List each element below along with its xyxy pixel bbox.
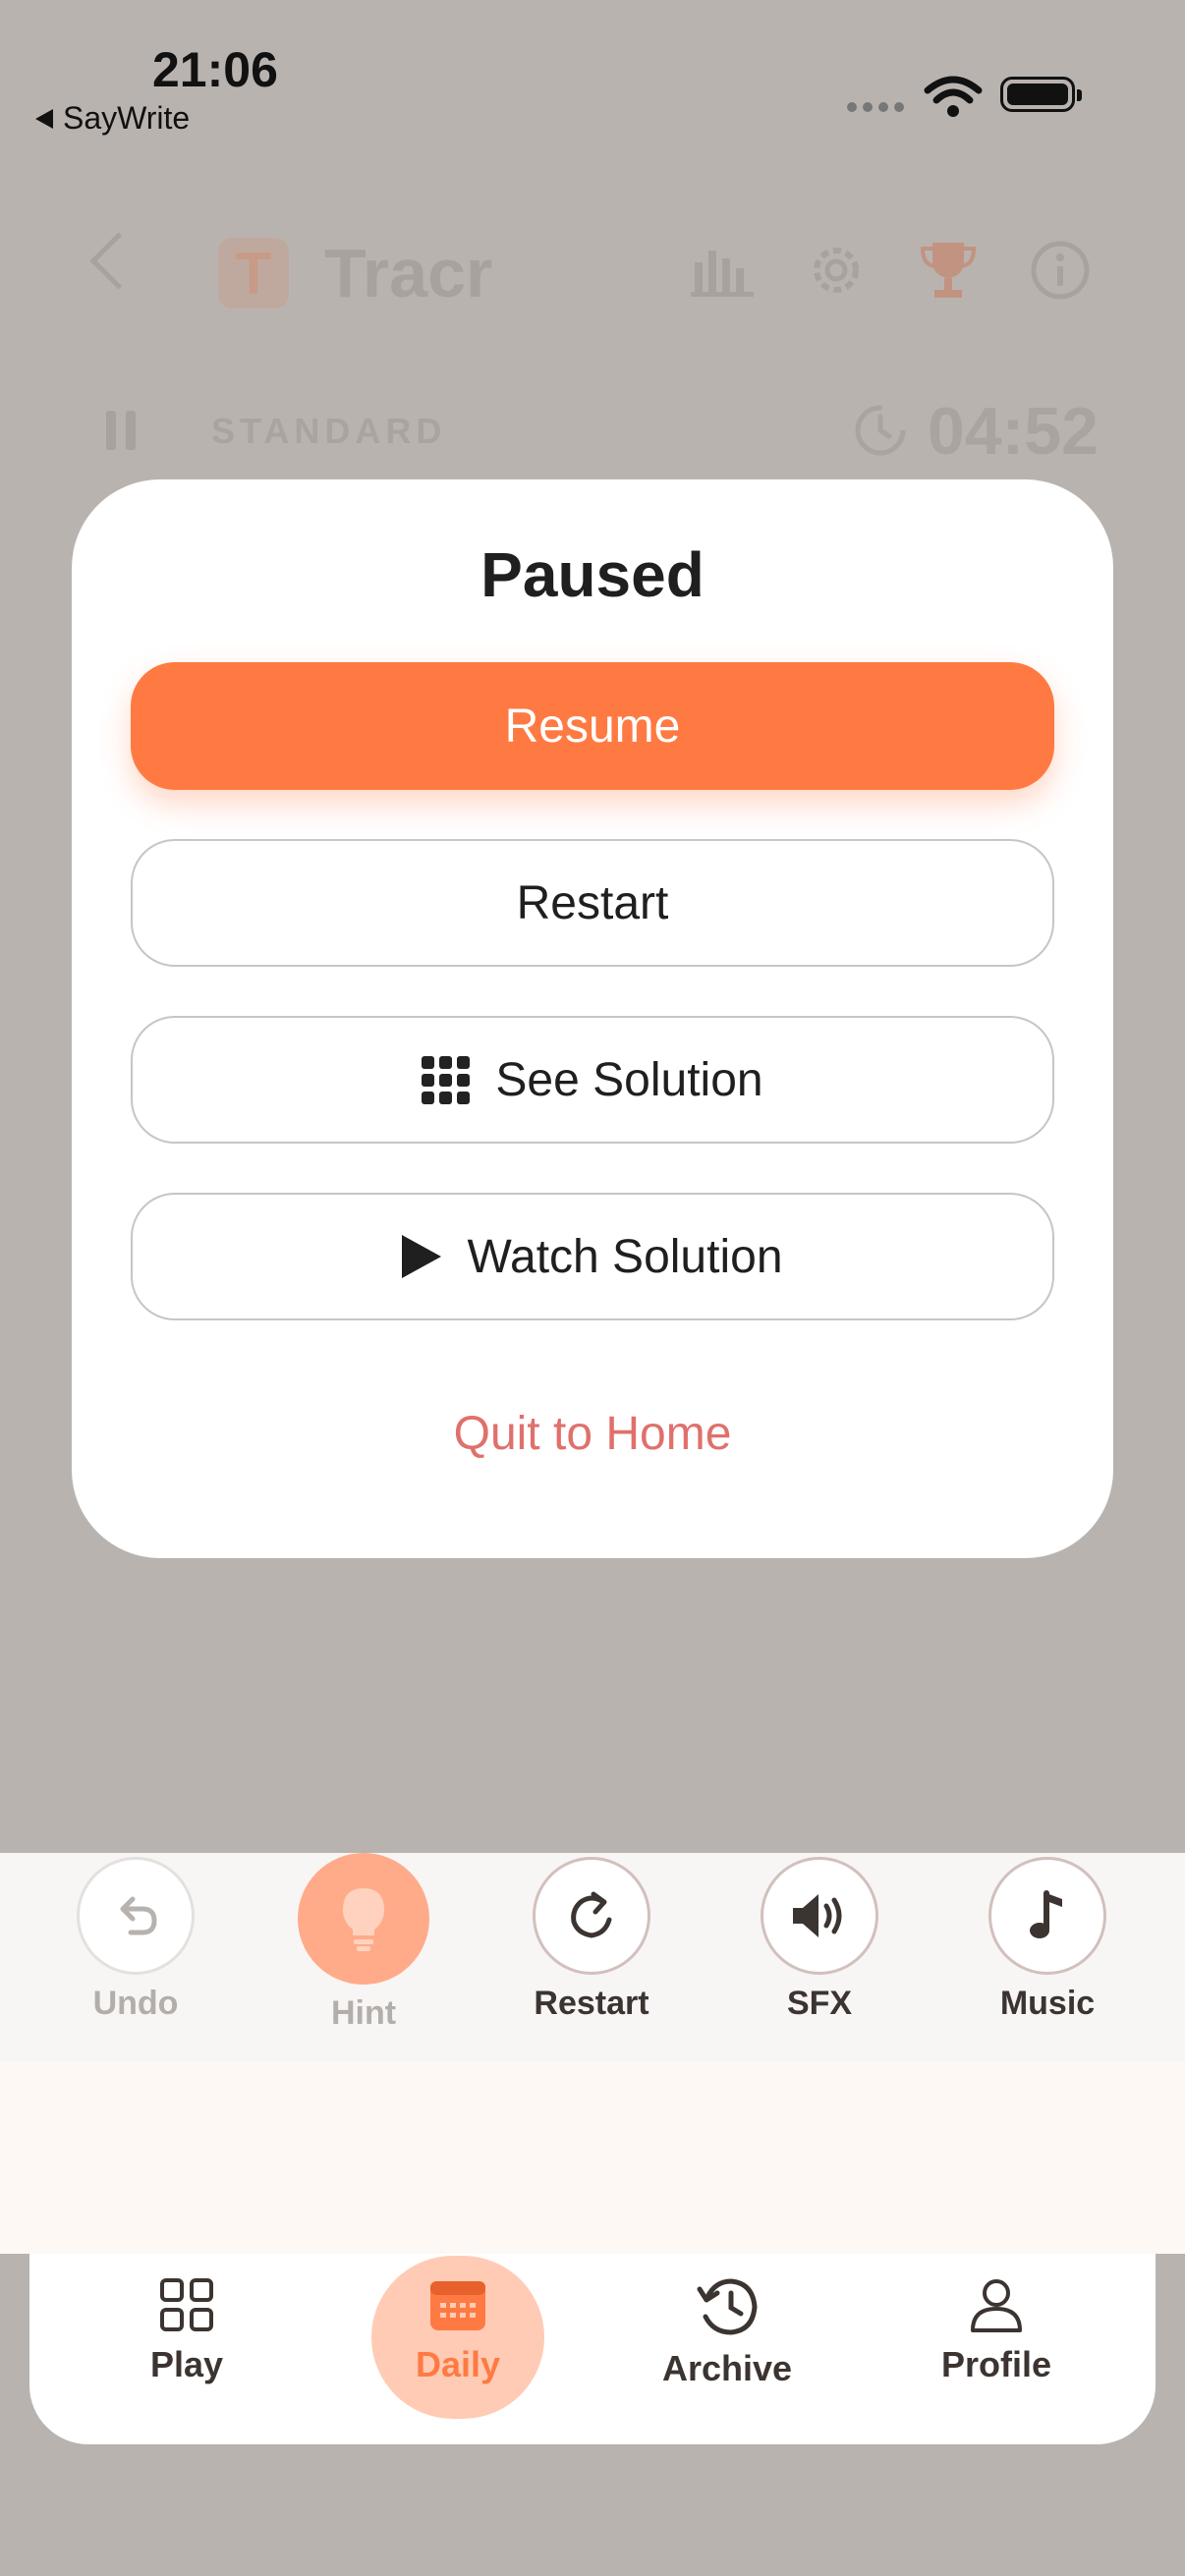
modal-title: Paused xyxy=(480,539,705,610)
hint-button[interactable]: Hint xyxy=(295,1853,432,2033)
nav-archive-label: Archive xyxy=(661,2348,793,2388)
lightbulb-icon xyxy=(298,1853,429,1985)
nav-profile-label: Profile xyxy=(940,2344,1052,2384)
see-solution-label: See Solution xyxy=(495,1053,763,1106)
watch-solution-button[interactable]: Watch Solution xyxy=(131,1193,1054,1320)
see-solution-button[interactable]: See Solution xyxy=(131,1016,1054,1144)
undo-label: Undo xyxy=(92,1985,179,2022)
game-timer: 04:52 xyxy=(928,394,1099,469)
grid-icon xyxy=(422,1055,471,1104)
info-icon[interactable] xyxy=(1026,236,1095,305)
stats-icon[interactable] xyxy=(688,236,757,305)
nav-daily-label: Daily xyxy=(415,2344,501,2384)
app-logo: T xyxy=(218,238,289,308)
restart-button-label: Restart xyxy=(516,876,669,929)
sfx-label: SFX xyxy=(786,1985,853,2022)
play-icon xyxy=(402,1235,442,1278)
resume-button-label: Resume xyxy=(504,700,681,753)
refresh-icon xyxy=(533,1857,650,1975)
status-time: 21:06 xyxy=(152,42,278,97)
restart-tool-button[interactable]: Restart xyxy=(523,1857,660,2023)
undo-icon xyxy=(77,1857,195,1975)
nav-daily[interactable]: Daily xyxy=(360,2275,556,2385)
watch-solution-label: Watch Solution xyxy=(467,1230,783,1283)
back-to-app-link[interactable]: SayWrite xyxy=(35,100,190,137)
user-icon xyxy=(971,2279,1022,2332)
trophy-icon[interactable] xyxy=(914,236,983,305)
hint-label: Hint xyxy=(330,1994,397,2032)
grid-squares-icon xyxy=(160,2278,213,2331)
home-indicator-area xyxy=(0,2470,1185,2576)
nav-play[interactable]: Play xyxy=(88,2275,285,2385)
timer-icon xyxy=(853,403,908,463)
sfx-toggle[interactable]: SFX xyxy=(751,1857,888,2023)
cellular-signal-icon xyxy=(847,102,904,112)
game-mode-label: STANDARD xyxy=(211,411,447,451)
restart-button[interactable]: Restart xyxy=(131,839,1054,967)
gear-icon[interactable] xyxy=(802,236,871,305)
nav-profile[interactable]: Profile xyxy=(898,2275,1095,2385)
wifi-icon xyxy=(924,75,983,123)
back-app-label: SayWrite xyxy=(63,100,191,136)
resume-button[interactable]: Resume xyxy=(131,662,1054,790)
back-chevron-icon[interactable] xyxy=(89,232,147,290)
pause-icon[interactable] xyxy=(106,411,136,450)
back-triangle-icon xyxy=(35,108,53,129)
battery-icon xyxy=(1000,77,1082,112)
music-note-icon xyxy=(988,1857,1106,1975)
nav-play-label: Play xyxy=(149,2344,224,2384)
history-icon xyxy=(697,2278,758,2335)
speaker-icon xyxy=(761,1857,878,1975)
app-title: Tracr xyxy=(324,235,493,311)
music-toggle[interactable]: Music xyxy=(979,1857,1116,2023)
toolbar-spacer xyxy=(0,2061,1185,2254)
quit-to-home-link[interactable]: Quit to Home xyxy=(0,1407,1185,1461)
restart-tool-label: Restart xyxy=(534,1985,649,2022)
undo-button[interactable]: Undo xyxy=(67,1857,204,2023)
calendar-icon xyxy=(430,2281,485,2330)
nav-archive[interactable]: Archive xyxy=(629,2275,825,2389)
music-label: Music xyxy=(999,1985,1096,2022)
